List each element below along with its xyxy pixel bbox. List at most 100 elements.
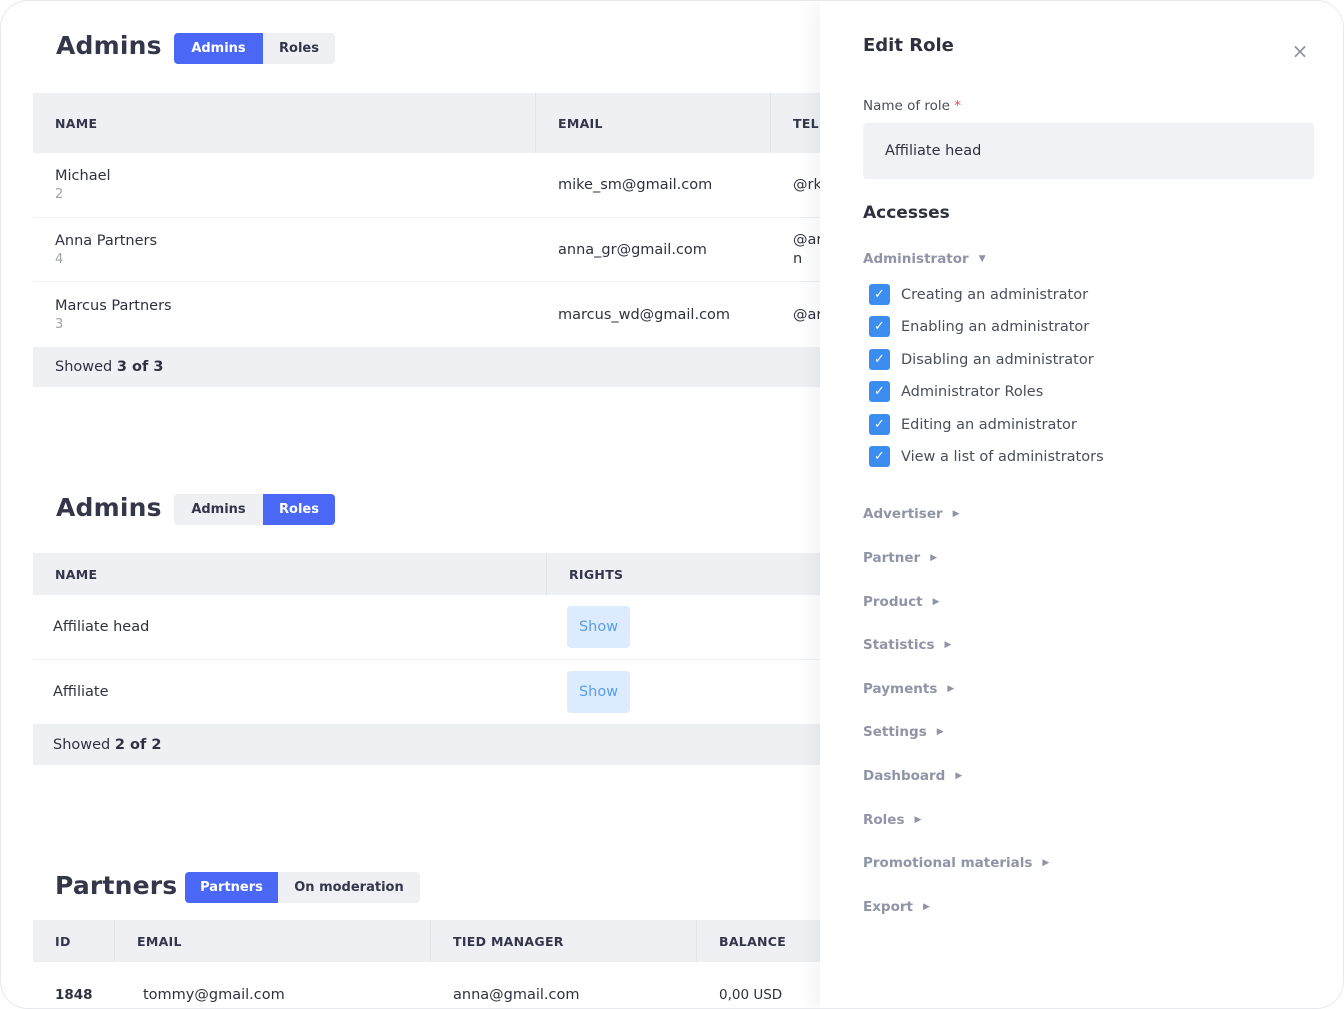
permission-checkbox[interactable]: ✓ Disabling an administrator [869, 349, 1094, 370]
table-row[interactable]: Marcus Partners 3 marcus_wd@gmail.com @a… [33, 282, 833, 347]
role-name-label: Name of role * [863, 98, 961, 114]
group-label: Advertiser [863, 506, 943, 522]
permission-label: View a list of administrators [901, 448, 1104, 465]
caret-right-icon: ▶ [944, 640, 952, 650]
partners-tabs: Partners On moderation [185, 872, 420, 903]
group-roles-toggle[interactable]: Roles ▶ [863, 812, 921, 828]
group-administrator-toggle[interactable]: Administrator ▼ [863, 251, 986, 267]
partner-manager: anna@gmail.com [453, 987, 580, 1003]
column-header-balance[interactable]: BALANCE [697, 920, 833, 962]
admin-count: 3 [55, 316, 64, 332]
checkbox-checked-icon: ✓ [869, 284, 890, 305]
checkbox-checked-icon: ✓ [869, 349, 890, 370]
group-label: Export [863, 899, 913, 915]
name-cell: Anna Partners 4 [33, 218, 536, 281]
roles-tabs: Admins Roles [174, 494, 335, 525]
table-row[interactable]: Anna Partners 4 anna_gr@gmail.com @ar n [33, 218, 833, 282]
show-rights-button[interactable]: Show [567, 671, 630, 713]
group-label: Payments [863, 681, 938, 697]
checkbox-checked-icon: ✓ [869, 414, 890, 435]
table-row[interactable]: Affiliate Show [33, 660, 833, 724]
app-frame: Admins Admins Roles NAME EMAIL TELE Mich… [0, 0, 1344, 1009]
column-header-email[interactable]: EMAIL [115, 920, 431, 962]
caret-right-icon: ▶ [947, 684, 955, 694]
caret-down-icon: ▼ [978, 254, 986, 264]
checkbox-checked-icon: ✓ [869, 446, 890, 467]
admin-name: Marcus Partners [55, 297, 172, 314]
partners-table: ID EMAIL TIED MANAGER BALANCE 1848 tommy… [33, 920, 833, 1008]
partner-email: tommy@gmail.com [143, 987, 285, 1003]
permission-label: Disabling an administrator [901, 351, 1094, 368]
show-rights-button[interactable]: Show [567, 606, 630, 648]
column-header-name[interactable]: NAME [33, 553, 547, 595]
group-label: Product [863, 594, 923, 610]
admins-section-title: Admins [56, 31, 162, 60]
roles-table: NAME RIGHTS Affiliate head Show Affiliat… [33, 553, 833, 765]
group-settings-toggle[interactable]: Settings ▶ [863, 724, 944, 740]
rights-cell: Show [547, 671, 833, 713]
column-header-tied-manager[interactable]: TIED MANAGER [431, 920, 697, 962]
group-label: Administrator [863, 251, 969, 267]
column-header-email[interactable]: EMAIL [536, 93, 771, 153]
name-cell: Michael 2 [33, 153, 536, 217]
permission-label: Creating an administrator [901, 286, 1089, 303]
permission-checkbox[interactable]: ✓ Enabling an administrator [869, 316, 1089, 337]
caret-right-icon: ▶ [914, 815, 922, 825]
column-header-name[interactable]: NAME [33, 93, 536, 153]
table-footer: Showed 2 of 2 [33, 724, 833, 765]
checkbox-checked-icon: ✓ [869, 381, 890, 402]
admins-table: NAME EMAIL TELE Michael 2 mike_sm@gmail.… [33, 93, 833, 387]
group-dashboard-toggle[interactable]: Dashboard ▶ [863, 768, 962, 784]
footer-prefix: Showed [55, 359, 113, 375]
group-export-toggle[interactable]: Export ▶ [863, 899, 930, 915]
permission-checkbox[interactable]: ✓ View a list of administrators [869, 446, 1104, 467]
caret-right-icon: ▶ [1042, 858, 1050, 868]
column-header-rights[interactable]: RIGHTS [547, 553, 833, 595]
admin-name: Michael [55, 168, 111, 184]
group-advertiser-toggle[interactable]: Advertiser ▶ [863, 506, 960, 522]
tab-roles[interactable]: Roles [263, 494, 335, 525]
group-product-toggle[interactable]: Product ▶ [863, 594, 939, 610]
close-icon[interactable]: × [1290, 41, 1310, 61]
group-label: Dashboard [863, 768, 946, 784]
footer-count: 3 of 3 [116, 359, 164, 375]
table-row[interactable]: 1848 tommy@gmail.com anna@gmail.com 0,00… [33, 962, 833, 1008]
role-name: Affiliate head [53, 619, 150, 635]
role-name: Affiliate [53, 684, 109, 700]
group-payments-toggle[interactable]: Payments ▶ [863, 681, 954, 697]
checkbox-checked-icon: ✓ [869, 316, 890, 337]
edit-role-panel: Edit Role × Name of role * Accesses Admi… [820, 1, 1343, 1008]
caret-right-icon: ▶ [922, 902, 930, 912]
role-name-input[interactable] [863, 123, 1314, 179]
permission-checkbox[interactable]: ✓ Creating an administrator [869, 284, 1088, 305]
admin-count: 2 [55, 187, 64, 202]
caret-right-icon: ▶ [955, 771, 963, 781]
group-label: Promotional materials [863, 855, 1033, 871]
tab-admins[interactable]: Admins [174, 494, 263, 525]
tab-partners[interactable]: Partners [185, 872, 278, 903]
caret-right-icon: ▶ [932, 597, 940, 607]
group-statistics-toggle[interactable]: Statistics ▶ [863, 637, 951, 653]
group-label: Roles [863, 812, 905, 828]
group-partner-toggle[interactable]: Partner ▶ [863, 550, 937, 566]
table-row[interactable]: Michael 2 mike_sm@gmail.com @rk [33, 153, 833, 218]
footer-prefix: Showed [53, 736, 111, 753]
rights-cell: Show [547, 606, 833, 648]
table-header: NAME EMAIL TELE [33, 93, 833, 153]
group-promotional-materials-toggle[interactable]: Promotional materials ▶ [863, 855, 1049, 871]
permission-checkbox[interactable]: ✓ Administrator Roles [869, 381, 1043, 402]
required-mark: * [954, 98, 962, 114]
permission-label: Enabling an administrator [901, 318, 1090, 335]
table-row[interactable]: Affiliate head Show [33, 595, 833, 660]
column-header-id[interactable]: ID [33, 920, 115, 962]
tab-roles[interactable]: Roles [263, 33, 335, 64]
admins-tabs: Admins Roles [174, 33, 335, 64]
caret-right-icon: ▶ [952, 509, 960, 519]
permission-checkbox[interactable]: ✓ Editing an administrator [869, 414, 1077, 435]
table-header: ID EMAIL TIED MANAGER BALANCE [33, 920, 833, 962]
table-header: NAME RIGHTS [33, 553, 833, 595]
partner-balance: 0,00 USD [719, 987, 783, 1003]
tab-on-moderation[interactable]: On moderation [278, 872, 420, 903]
tab-admins[interactable]: Admins [174, 33, 263, 64]
admin-count: 4 [55, 251, 64, 267]
